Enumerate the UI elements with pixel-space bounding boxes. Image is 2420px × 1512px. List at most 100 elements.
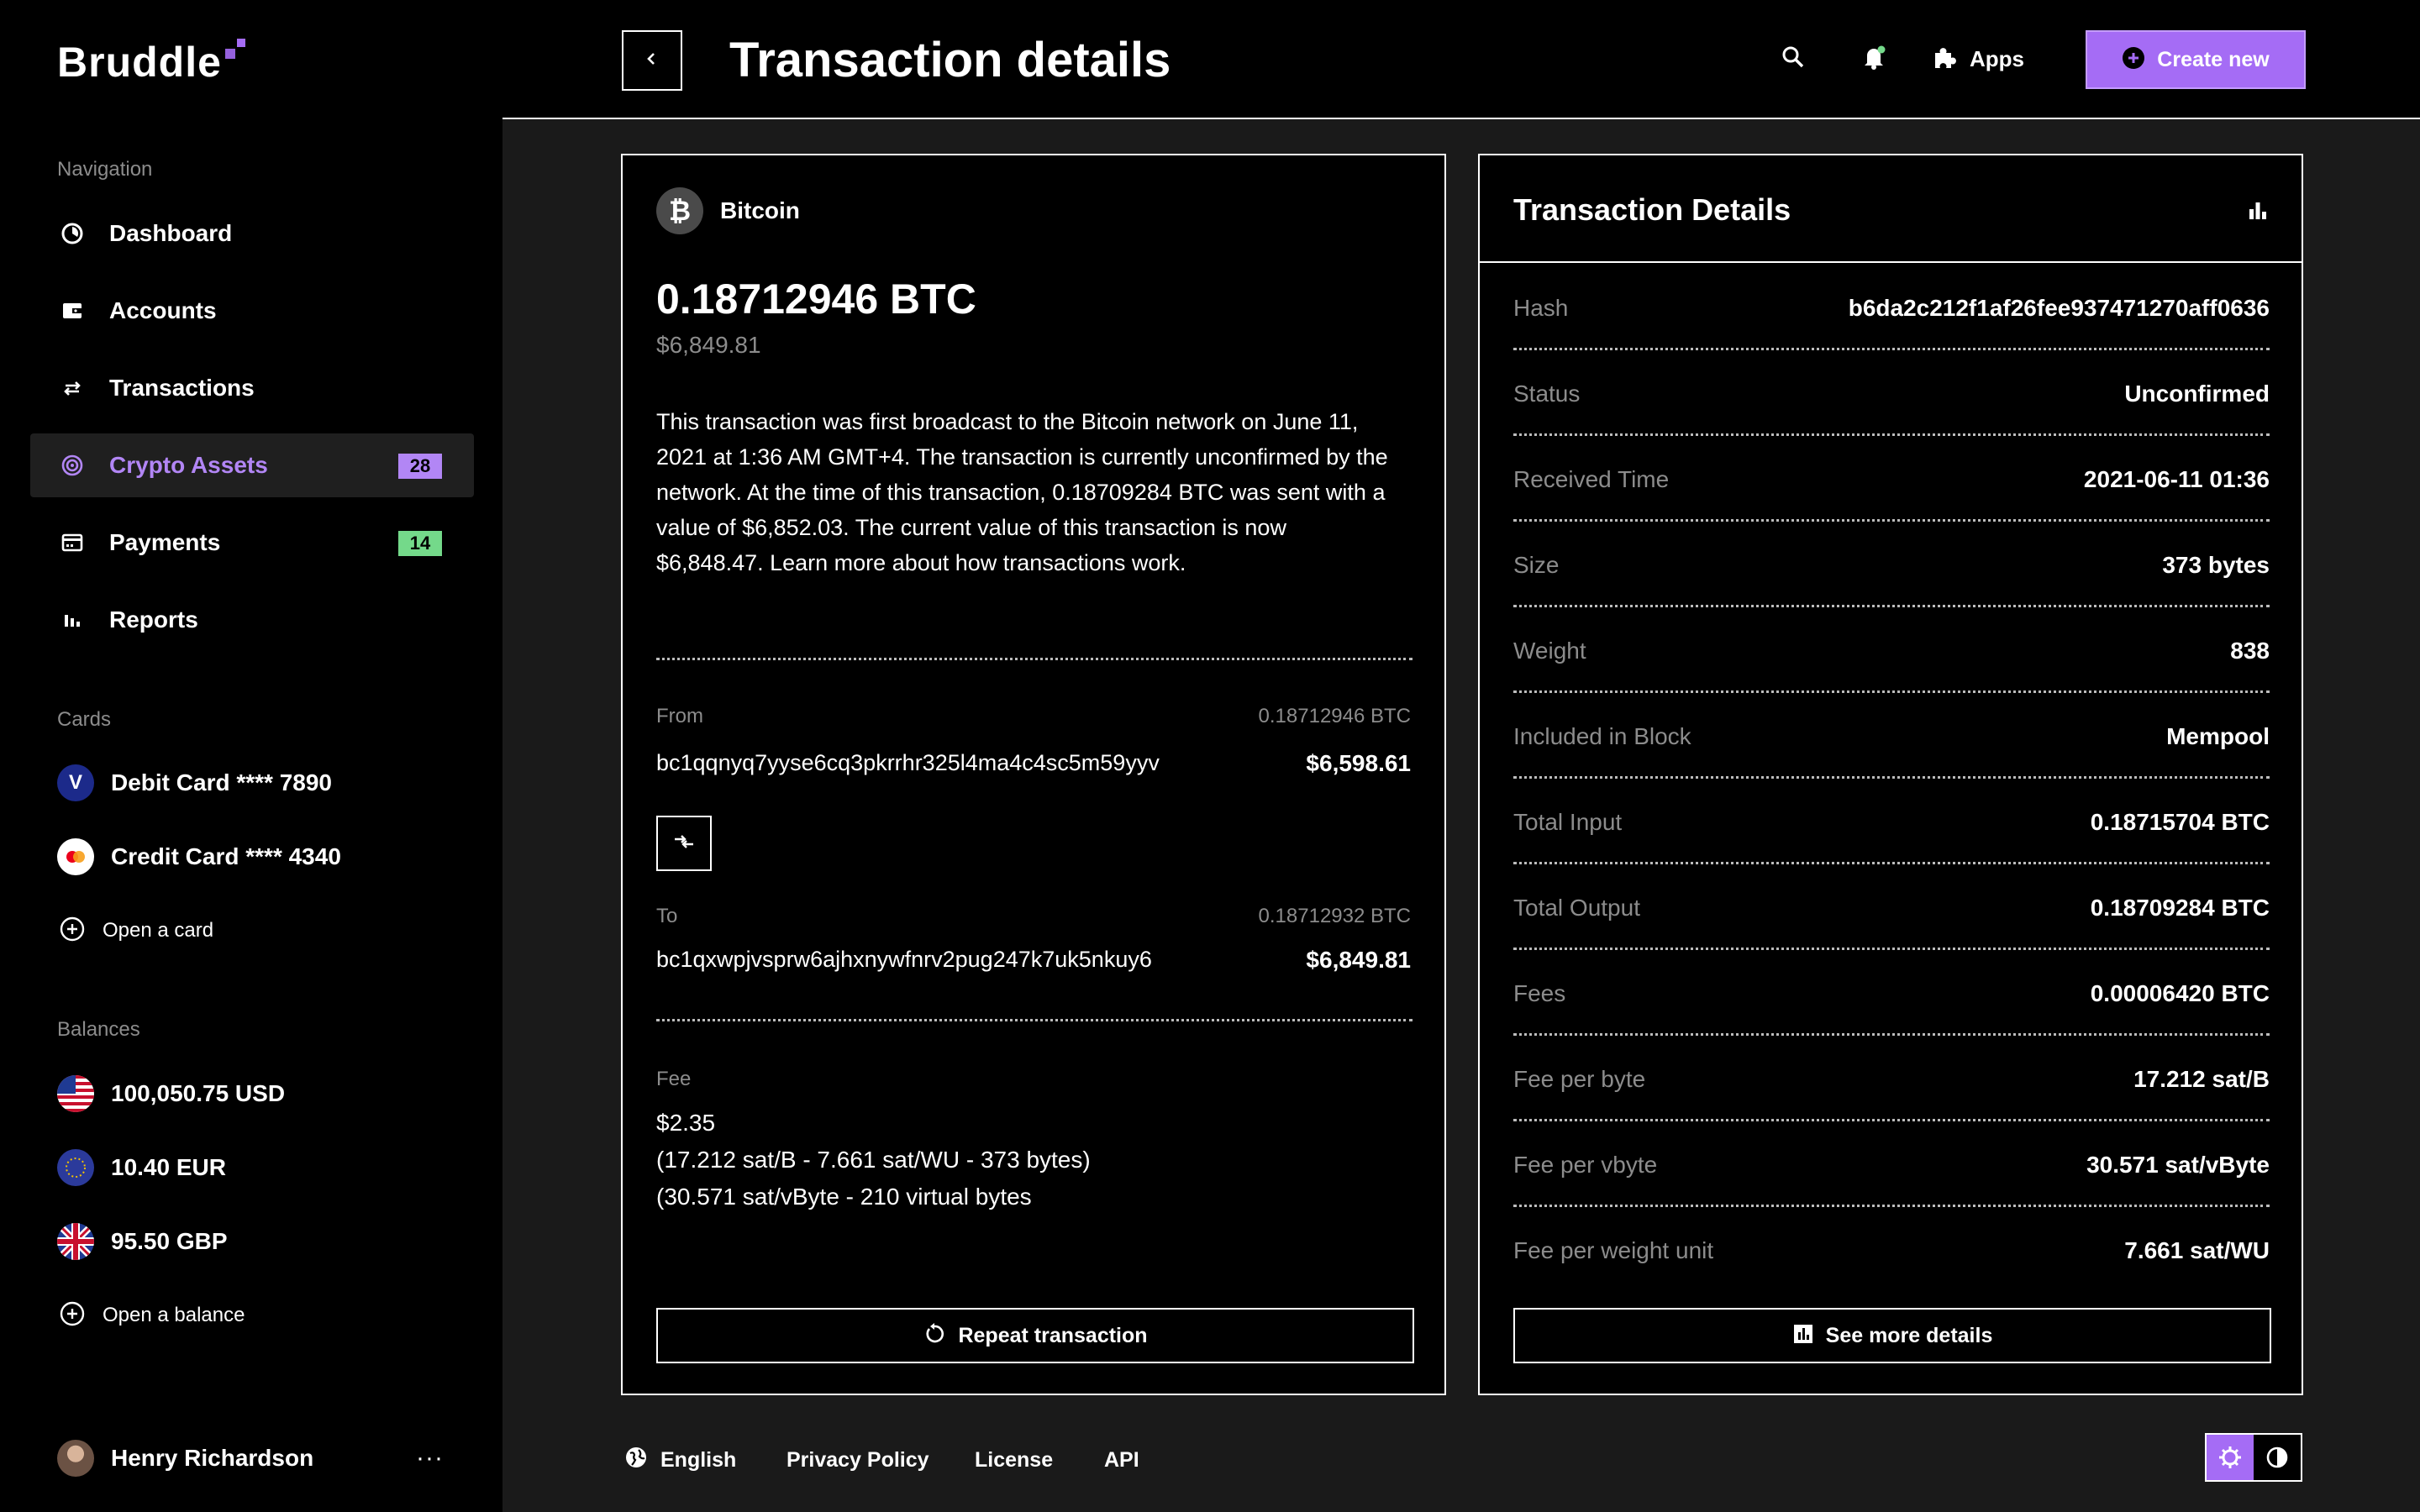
logo-mark-icon: [224, 39, 245, 59]
fee-label: Fee: [656, 1068, 692, 1090]
fee-detail-2: (30.571 sat/vByte - 210 virtual bytes: [656, 1184, 1032, 1210]
crypto-icon: [60, 454, 84, 477]
repeat-transaction-button[interactable]: Repeat transaction: [656, 1308, 1414, 1363]
balance-label: 10.40 EUR: [111, 1154, 226, 1180]
sidebar-item-label: Accounts: [109, 297, 217, 323]
detail-value: 373 bytes: [2162, 552, 2270, 578]
puzzle-icon: [1931, 44, 1958, 75]
sidebar-card-credit[interactable]: Credit Card **** 4340: [57, 837, 341, 877]
sidebar-item-reports[interactable]: Reports: [30, 588, 474, 652]
from-address[interactable]: bc1qqnyq7yyse6cq3pkrrhr325l4ma4c4sc5m59y…: [656, 750, 1160, 776]
sidebar-item-transactions[interactable]: Transactions: [30, 356, 474, 420]
to-address[interactable]: bc1qxwpjvsprw6ajhxnywfnrv2pug247k7uk5nku…: [656, 947, 1152, 973]
detail-key: Total Input: [1513, 809, 1623, 835]
nav-section-title: Navigation: [57, 158, 153, 181]
detail-row-fees: Fees 0.00006420 BTC: [1513, 950, 2270, 1036]
balance-label: 100,050.75 USD: [111, 1080, 286, 1106]
fee-usd: $2.35: [656, 1110, 716, 1136]
search-button[interactable]: [1778, 44, 1808, 74]
detail-value[interactable]: b6da2c212f1af26fee937471270aff0636: [1849, 295, 2270, 322]
detail-value: 2021-06-11 01:36: [2083, 466, 2270, 492]
theme-toggle[interactable]: [2205, 1433, 2302, 1482]
detail-key: Total Output: [1513, 895, 1640, 921]
search-icon: [1781, 45, 1806, 74]
detail-row-fee-per-byte: Fee per byte 17.212 sat/B: [1513, 1036, 2270, 1121]
sidebar-item-crypto-assets[interactable]: Crypto Assets 28: [30, 433, 474, 497]
transaction-description: This transaction was first broadcast to …: [656, 409, 1388, 575]
sidebar-card-debit[interactable]: V Debit Card **** 7890: [57, 763, 332, 803]
to-label: To: [656, 905, 678, 927]
open-card-link[interactable]: Open a card: [59, 914, 213, 948]
logo[interactable]: Bruddle: [57, 37, 245, 87]
notifications-button[interactable]: [1859, 44, 1889, 74]
cards-section-title: Cards: [57, 708, 112, 731]
detail-row-block: Included in Block Mempool: [1513, 693, 2270, 779]
to-btc-amount: 0.18712932 BTC: [1258, 905, 1411, 927]
detail-value: Mempool: [2166, 723, 2270, 749]
details-header: Transaction Details: [1480, 155, 2302, 263]
detail-value: 7.661 sat/WU: [2124, 1237, 2270, 1263]
card-label: Debit Card **** 7890: [111, 769, 333, 795]
create-new-button[interactable]: Create new: [2086, 30, 2306, 89]
detail-row-fee-per-vbyte: Fee per vbyte 30.571 sat/vByte: [1513, 1121, 2270, 1207]
plus-circle-icon: [59, 1300, 86, 1331]
from-usd-value: $6,598.61: [1306, 750, 1411, 776]
uk-flag-icon: [57, 1223, 94, 1260]
more-options-icon[interactable]: ···: [416, 1444, 444, 1473]
transaction-details-card: Transaction Details Hash b6da2c212f1af26…: [1478, 154, 2303, 1395]
moon-icon[interactable]: [2254, 1435, 2301, 1480]
detail-row-size: Size 373 bytes: [1513, 522, 2270, 607]
user-name: Henry Richardson: [111, 1445, 314, 1471]
sidebar-item-accounts[interactable]: Accounts: [30, 279, 474, 343]
repeat-transaction-label: Repeat transaction: [958, 1323, 1148, 1347]
bar-chart-icon[interactable]: [2246, 199, 2270, 227]
chart-box-icon: [1792, 1323, 1814, 1349]
see-more-details-label: See more details: [1825, 1323, 1993, 1347]
language-selector[interactable]: English: [623, 1445, 736, 1475]
create-new-label: Create new: [2157, 47, 2270, 71]
balance-gbp[interactable]: 95.50 GBP: [57, 1221, 228, 1262]
detail-row-received-time: Received Time 2021-06-11 01:36: [1513, 436, 2270, 522]
from-btc-amount: 0.18712946 BTC: [1258, 705, 1411, 727]
detail-row-total-output: Total Output 0.18709284 BTC: [1513, 864, 2270, 950]
divider: [656, 658, 1413, 660]
to-usd-value: $6,849.81: [1306, 947, 1411, 973]
apps-button[interactable]: Apps: [1931, 40, 2024, 77]
apps-label: Apps: [1970, 45, 2024, 71]
card-label: Credit Card **** 4340: [111, 843, 341, 869]
privacy-policy-link[interactable]: Privacy Policy: [786, 1445, 929, 1475]
detail-value: 0.00006420 BTC: [2090, 980, 2270, 1006]
sun-icon[interactable]: [2207, 1435, 2254, 1480]
open-balance-link[interactable]: Open a balance: [59, 1299, 245, 1332]
swap-arrows-icon: [671, 829, 697, 858]
detail-value: 0.18715704 BTC: [2090, 809, 2270, 835]
detail-key: Fee per weight unit: [1513, 1237, 1714, 1263]
see-more-details-button[interactable]: See more details: [1513, 1308, 2271, 1363]
sidebar-item-label: Dashboard: [109, 220, 233, 246]
api-link[interactable]: API: [1104, 1445, 1139, 1475]
sidebar-item-dashboard[interactable]: Dashboard: [30, 202, 474, 265]
detail-value: 17.212 sat/B: [2133, 1066, 2270, 1092]
details-title: Transaction Details: [1513, 192, 1791, 227]
detail-key: Size: [1513, 552, 1560, 578]
back-button[interactable]: [622, 30, 682, 91]
swap-direction-button[interactable]: [656, 816, 712, 871]
count-badge: 14: [398, 531, 442, 556]
plus-circle-icon: [2122, 46, 2145, 74]
balance-eur[interactable]: 10.40 EUR: [57, 1147, 226, 1188]
eu-flag-icon: [57, 1149, 94, 1186]
balances-section-title: Balances: [57, 1018, 140, 1041]
license-link[interactable]: License: [975, 1445, 1053, 1475]
sidebar-item-payments[interactable]: Payments 14: [30, 511, 474, 575]
transaction-card: ₿ Bitcoin 0.18712946 BTC $6,849.81 This …: [621, 154, 1446, 1395]
detail-row-status: Status Unconfirmed: [1513, 350, 2270, 436]
balance-usd[interactable]: 100,050.75 USD: [57, 1074, 285, 1114]
detail-key: Status: [1513, 381, 1581, 407]
user-profile[interactable]: Henry Richardson ···: [57, 1438, 444, 1478]
detail-key: Hash: [1513, 295, 1569, 321]
refresh-icon: [923, 1322, 946, 1350]
card-icon: [60, 531, 84, 554]
chevron-left-icon: [644, 50, 660, 71]
page-title: Transaction details: [729, 33, 1171, 87]
plus-circle-icon: [59, 916, 86, 947]
